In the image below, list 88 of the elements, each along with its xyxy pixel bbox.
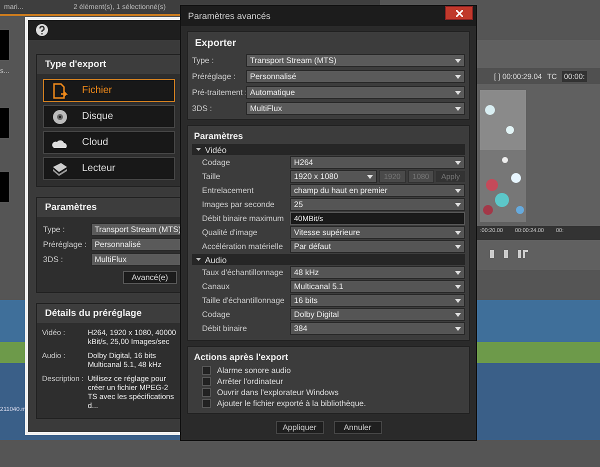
- caret-icon: [455, 106, 461, 110]
- checkbox-label: Ajouter le fichier exporté à la bibliothèque.: [217, 399, 366, 408]
- group-header[interactable]: Audio: [192, 254, 465, 265]
- setting-label: Codage: [202, 310, 232, 319]
- checkbox-label: Alarme sonore audio: [217, 366, 291, 375]
- marker-icon: [504, 250, 508, 258]
- dialog-button[interactable]: Appliquer: [276, 421, 324, 434]
- split-icon: [518, 250, 528, 258]
- setting-label: Entrelacement: [202, 186, 255, 195]
- caret-icon: [455, 326, 461, 330]
- window-title: Paramètres avancés: [188, 11, 271, 21]
- dropdown[interactable]: Personnalisé: [246, 70, 465, 83]
- setting-label: Canaux: [202, 282, 231, 291]
- dropdown[interactable]: Automatique: [246, 86, 465, 99]
- caret-icon: [455, 298, 461, 302]
- help-icon: [36, 24, 48, 36]
- group-label: Vidéo: [205, 144, 227, 154]
- checkbox[interactable]: [202, 377, 211, 386]
- field-label: Type :: [43, 225, 66, 234]
- section-title: Paramètres: [37, 198, 181, 217]
- close-button[interactable]: [445, 6, 473, 20]
- close-icon: [456, 10, 462, 16]
- setting-label: Taille d'échantillonnage: [202, 296, 286, 305]
- caret-icon: [455, 270, 461, 274]
- collapse-arrow-icon: [196, 257, 201, 262]
- setting-label: Taille: [202, 172, 222, 181]
- caret-icon: [455, 284, 461, 288]
- section-title: Type d'export: [37, 55, 181, 74]
- caret-icon: [455, 188, 461, 192]
- field-label: Préréglage :: [192, 72, 237, 81]
- caret-icon: [455, 160, 461, 164]
- file-arrow-icon: [52, 82, 68, 98]
- caret-icon: [455, 74, 461, 78]
- dropdown[interactable]: Vitesse supérieure: [290, 226, 465, 239]
- dropdown[interactable]: 25: [290, 198, 465, 211]
- dropdown[interactable]: champ du haut en premier: [290, 184, 465, 197]
- field-label: 3DS :: [192, 104, 214, 113]
- caret-icon: [455, 230, 461, 234]
- export-type-button[interactable]: Cloud: [43, 131, 175, 154]
- dropdown[interactable]: Dolby Digital: [290, 308, 465, 321]
- section-title: Paramètres: [193, 130, 244, 143]
- setting-label: Accélération matérielle: [202, 242, 284, 251]
- dialog-button[interactable]: Annuler: [334, 421, 382, 434]
- setting-label: Images par seconde: [202, 200, 276, 209]
- setting-label: Taux d'échantillonnage: [202, 268, 284, 277]
- caret-icon: [455, 244, 461, 248]
- group-label: Audio: [205, 254, 227, 264]
- clip-thumbnail: [0, 108, 9, 138]
- setting-label: Débit binaire: [202, 324, 248, 333]
- section-title: Détails du préréglage: [37, 304, 181, 323]
- collapse-arrow-icon: [196, 147, 201, 152]
- dropdown[interactable]: H264: [290, 156, 465, 169]
- advanced-button[interactable]: Avancé(e): [122, 271, 177, 284]
- caret-icon: [366, 174, 373, 178]
- export-type-button[interactable]: Lecteur: [43, 157, 175, 180]
- checkbox-label: Ouvrir dans l'explorateur Windows: [217, 388, 339, 397]
- checkbox-label: Arrêter l'ordinateur: [217, 377, 283, 386]
- dropdown[interactable]: Multicanal 5.1: [290, 280, 465, 293]
- field-label: 3DS :: [43, 255, 64, 264]
- checkbox[interactable]: [202, 399, 211, 408]
- dropdown[interactable]: MultiFlux: [246, 102, 465, 115]
- marker-icon: [490, 250, 494, 258]
- setting-label: Débit binaire maximum: [202, 214, 285, 223]
- caret-icon: [455, 202, 461, 206]
- field-label: Type :: [192, 56, 215, 65]
- setting-label: Qualité d'image: [202, 228, 258, 237]
- group-header[interactable]: Vidéo: [192, 144, 465, 155]
- caret-icon: [455, 90, 461, 94]
- export-type-button[interactable]: Disque: [43, 105, 175, 128]
- dropdown[interactable]: 384: [290, 322, 465, 335]
- checkbox[interactable]: [202, 366, 211, 375]
- export-type-button[interactable]: Fichier: [43, 79, 175, 102]
- caret-icon: [455, 312, 461, 316]
- clip-thumbnail: [0, 30, 9, 60]
- dropdown[interactable]: Transport Stream (MTS): [246, 54, 465, 67]
- field-label: Préréglage :: [43, 240, 87, 249]
- disc-icon: [52, 108, 68, 124]
- dropdown[interactable]: 16 bits: [290, 294, 465, 307]
- caret-icon: [455, 58, 461, 62]
- dropdown[interactable]: 48 kHz: [290, 266, 465, 279]
- setting-label: Codage: [202, 158, 232, 167]
- section-title: Exporter: [194, 37, 238, 51]
- clip-thumbnail: [0, 172, 9, 202]
- dropdown[interactable]: Par défaut: [290, 240, 465, 253]
- field-label: Pré-traitement :: [192, 88, 244, 97]
- checkbox[interactable]: [202, 388, 211, 397]
- dropdown[interactable]: 1920 x 1080: [290, 170, 377, 183]
- section-title: Actions après l'export: [193, 351, 290, 364]
